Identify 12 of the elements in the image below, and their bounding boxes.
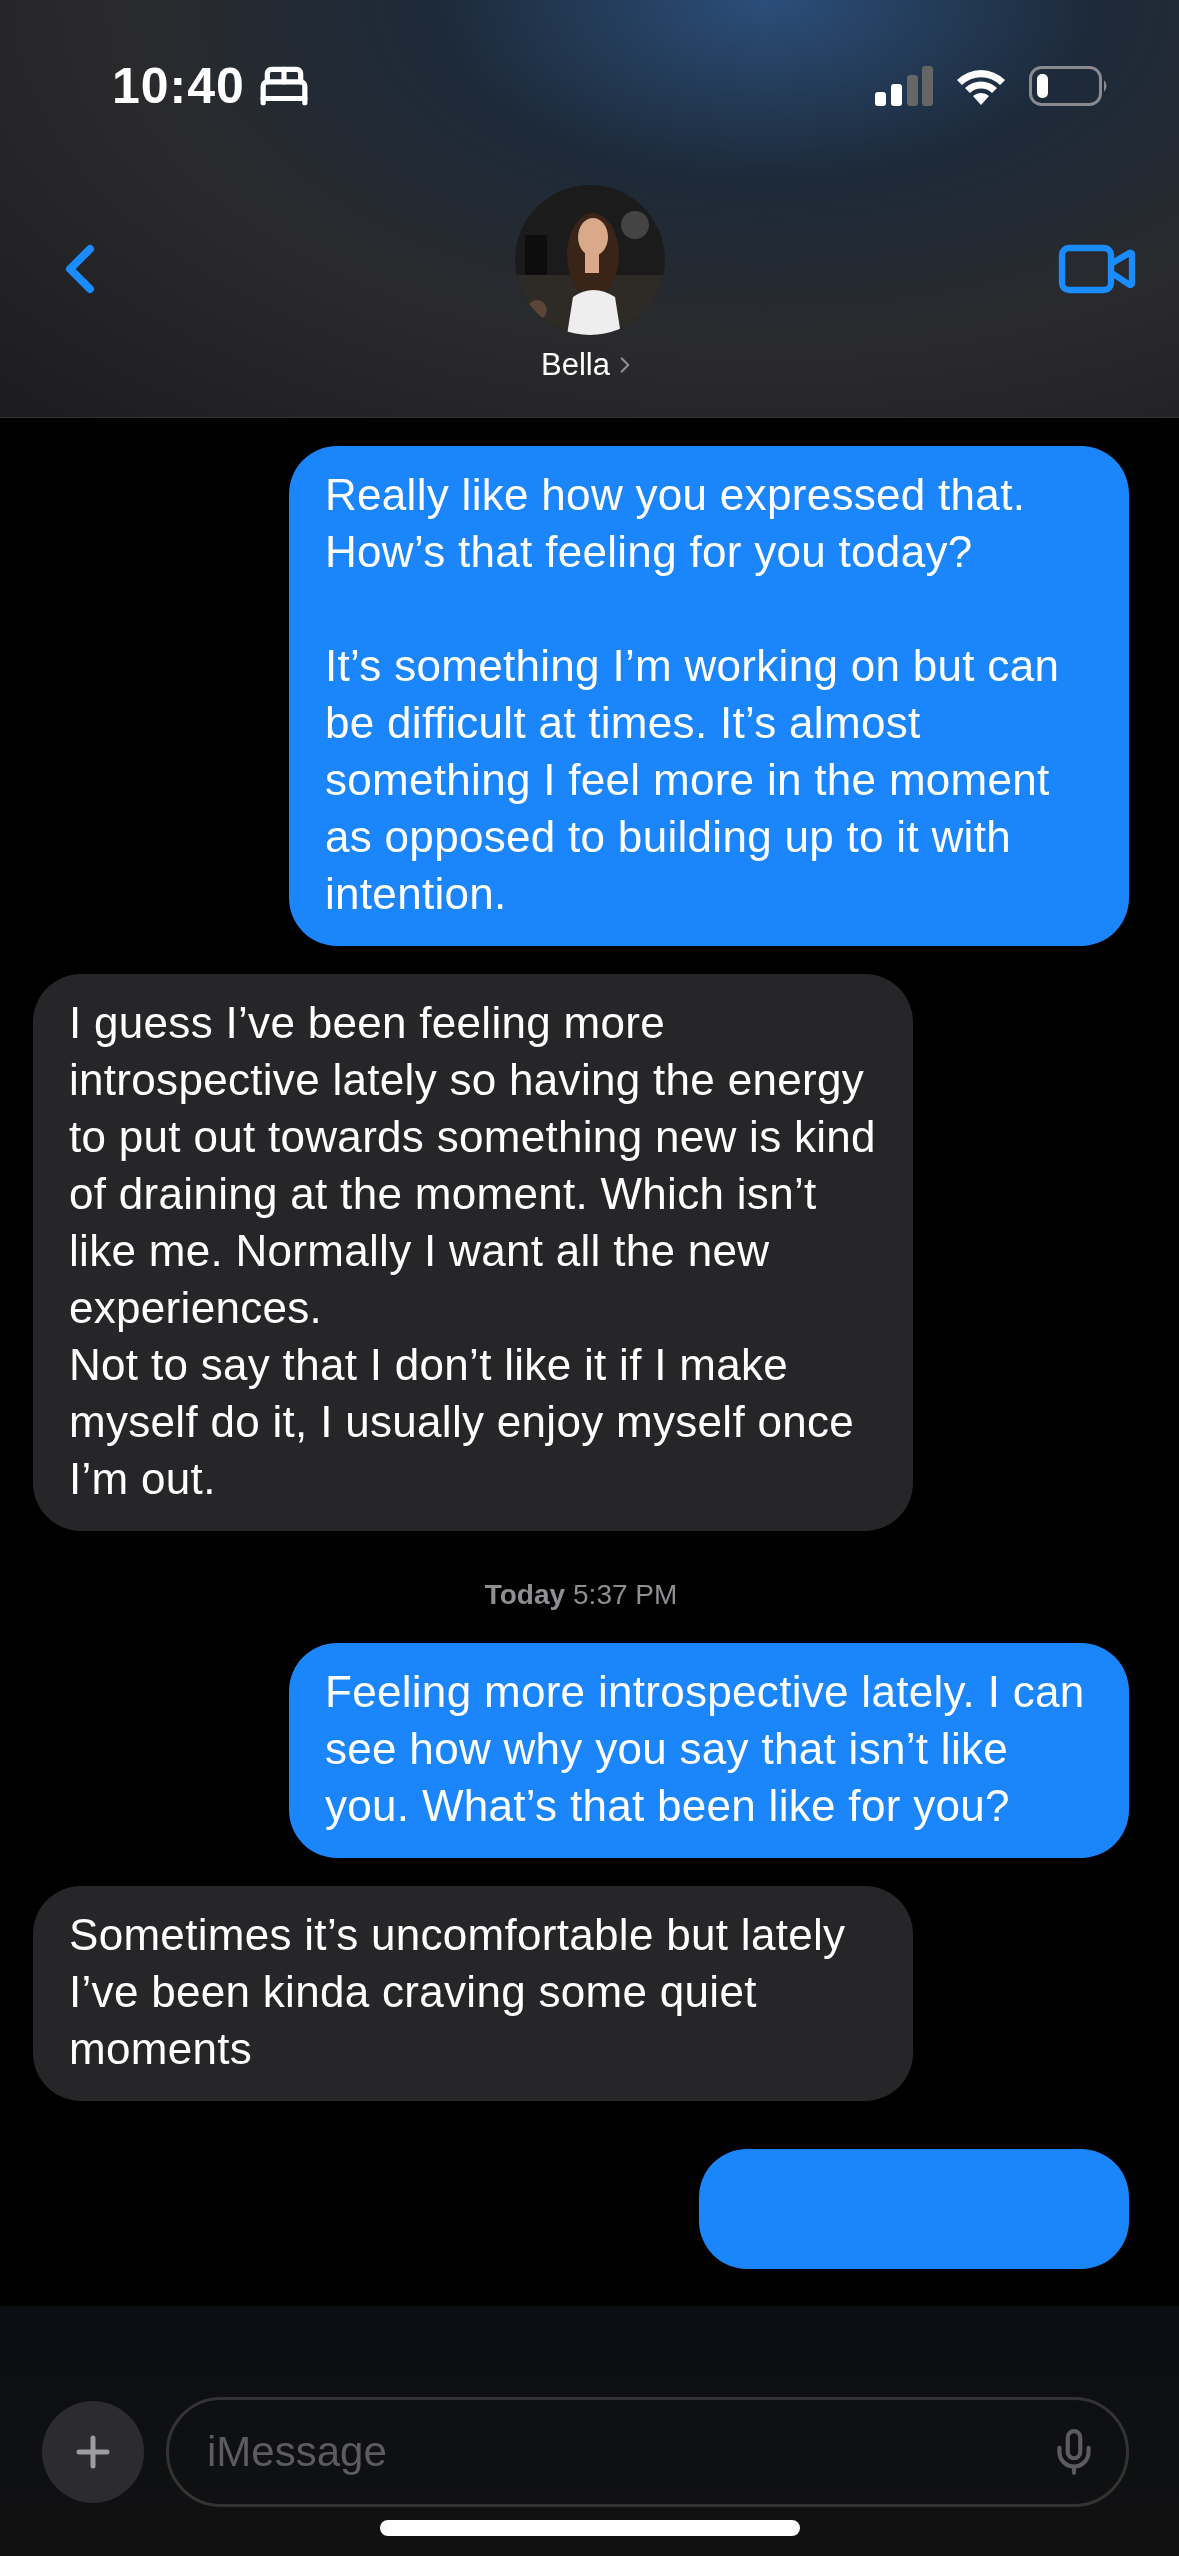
sent-message: Really like how you expressed that. How’s that feeling for you today? It’s something I’m working on but can be difficult at times. It’s almost something I feel more in the moment as opposed to building up to it with intention. bbox=[289, 446, 1129, 946]
contact-name[interactable]: Bella bbox=[541, 346, 638, 383]
message-field[interactable]: iMessage bbox=[166, 2397, 1129, 2507]
received-message: Sometimes it’s uncomfortable but lately I’ve been kinda craving some quiet moments bbox=[33, 1886, 913, 2101]
timestamp-day: Today bbox=[484, 1579, 566, 1611]
sent-message: Feeling more introspective lately. I can see how why you say that isn’t like you. What’s that been like for you? bbox=[289, 1643, 1129, 1858]
received-message: I guess I’ve been feeling more introspective lately so having the energy to put out towards something new is kind of draining at the moment. Which isn’t like me. Normally I want all the new experiences. Not to say that I don’t like it if I make myself do it, I usually enjoy myself once I’m out. bbox=[33, 974, 913, 1531]
battery-icon bbox=[1029, 66, 1109, 106]
status-time: 10:40 bbox=[112, 57, 245, 115]
wifi-icon bbox=[955, 67, 1007, 105]
timestamp-time: 5:37 PM bbox=[573, 1579, 678, 1611]
signal-icon bbox=[875, 66, 933, 106]
